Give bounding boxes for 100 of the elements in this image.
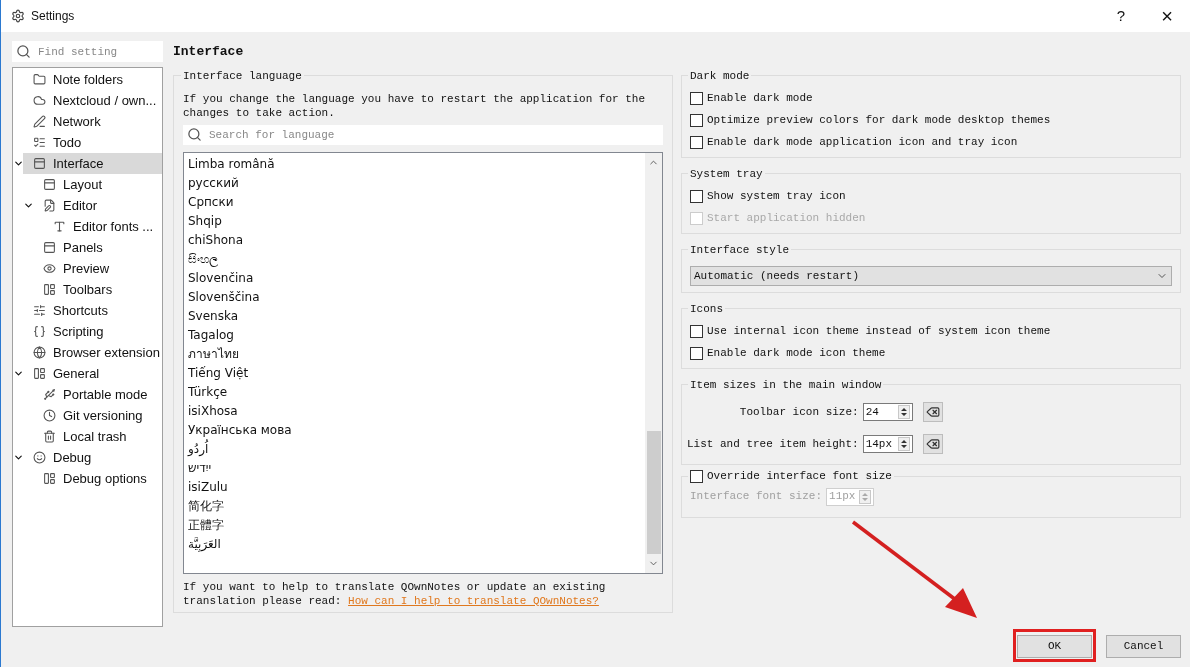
trash-icon <box>43 430 56 443</box>
font-icon <box>53 220 66 233</box>
clear-icon <box>925 405 940 419</box>
tree-item[interactable]: Todo <box>23 132 162 153</box>
tree-item[interactable]: Panels <box>23 237 162 258</box>
scroll-thumb[interactable] <box>646 431 661 554</box>
field-label: Interface font size: <box>690 489 823 505</box>
spin-box[interactable]: 14px <box>862 435 913 453</box>
help-button[interactable]: ? <box>1098 0 1144 32</box>
pen-icon <box>33 115 46 128</box>
list-icon <box>33 136 46 149</box>
language-item[interactable]: Tagalog <box>188 325 234 345</box>
smiley-icon <box>33 451 46 464</box>
expand-icon[interactable] <box>13 158 24 169</box>
language-item[interactable]: Limba română <box>188 154 275 174</box>
expand-icon[interactable] <box>13 452 24 463</box>
checkbox-label: Enable dark mode icon theme <box>707 346 886 362</box>
language-item[interactable]: ייִדיש <box>188 458 212 478</box>
language-item[interactable]: Slovenščina <box>188 287 260 307</box>
stepper-icon[interactable] <box>897 437 910 451</box>
language-item[interactable]: isiZulu <box>188 477 228 497</box>
tree-item[interactable]: Network <box>23 111 162 132</box>
field-label: List and tree item height: <box>687 436 859 452</box>
tree-item[interactable]: Debug options <box>23 468 162 489</box>
layout-icon <box>43 178 56 191</box>
language-item[interactable]: සිංහල <box>188 249 218 269</box>
tree-item[interactable]: Browser extension <box>23 342 162 363</box>
checkbox[interactable] <box>690 325 703 338</box>
language-item[interactable]: Tiếng Việt <box>188 363 249 383</box>
dialog-button[interactable]: Cancel <box>1106 635 1181 658</box>
checkbox[interactable] <box>690 92 703 105</box>
tree-item[interactable]: Nextcloud / own... <box>23 90 162 111</box>
tree-item[interactable]: Debug <box>23 447 162 468</box>
language-item[interactable]: اُردُو <box>188 439 209 459</box>
language-item[interactable]: ภาษาไทย <box>188 344 239 364</box>
checkbox-label: Show system tray icon <box>707 189 846 205</box>
window-icon <box>33 157 46 170</box>
language-search-field[interactable]: Search for language <box>183 125 663 145</box>
language-item[interactable]: Svenska <box>188 306 239 326</box>
language-item[interactable]: isiXhosa <box>188 401 238 421</box>
tree-item[interactable]: Scripting <box>23 321 162 342</box>
checkbox[interactable] <box>690 136 703 149</box>
tree-item[interactable]: Preview <box>23 258 162 279</box>
tree-item[interactable]: Toolbars <box>23 279 162 300</box>
checkbox[interactable] <box>690 190 703 203</box>
tree-item[interactable]: Portable mode <box>23 384 162 405</box>
layout-icon <box>43 283 56 296</box>
checkbox-label: Use internal icon theme instead of system icon theme <box>707 324 1051 340</box>
language-item[interactable]: Shqip <box>188 211 222 231</box>
language-item[interactable]: 简化字 <box>188 496 224 516</box>
language-item[interactable]: العَرَبِيَّة <box>188 534 221 554</box>
language-item[interactable]: Українська мова <box>188 420 292 440</box>
globe-icon <box>33 346 46 359</box>
reset-button[interactable] <box>922 434 943 454</box>
expand-icon[interactable] <box>23 200 34 211</box>
spin-box[interactable]: 24 <box>862 403 913 421</box>
tree-item[interactable]: Git versioning <box>23 405 162 426</box>
tree-item[interactable]: General <box>23 363 162 384</box>
style-dropdown[interactable]: Automatic (needs restart) <box>690 266 1172 286</box>
tree-item[interactable]: Local trash <box>23 426 162 447</box>
checkbox[interactable] <box>690 347 703 360</box>
language-item[interactable]: Slovenčina <box>188 268 254 288</box>
field-label: Toolbar icon size: <box>738 404 859 420</box>
close-button[interactable]: × <box>1144 0 1190 32</box>
checkbox-label: Enable dark mode application icon and tray icon <box>707 135 1018 151</box>
group-title: Item sizes in the main window <box>690 379 882 391</box>
tree-item[interactable]: Layout <box>23 174 162 195</box>
language-item[interactable]: chiShona <box>188 230 244 250</box>
braces-icon <box>33 325 46 338</box>
search-icon <box>187 127 202 142</box>
language-item[interactable]: Српски <box>188 192 234 212</box>
document-pen-icon <box>43 199 56 212</box>
scrollbar[interactable] <box>645 152 662 573</box>
stepper-icon[interactable] <box>897 405 910 419</box>
checkbox-label: Optimize preview colors for dark mode desktop themes <box>707 113 1051 129</box>
reset-button[interactable] <box>922 402 943 422</box>
checkbox[interactable] <box>690 114 703 127</box>
panel-icon <box>43 241 56 254</box>
tree-item[interactable]: Note folders <box>23 69 162 90</box>
tree-item[interactable]: Editor fonts ... <box>23 216 162 237</box>
group-title: System tray <box>690 168 763 180</box>
cloud-icon <box>33 94 46 107</box>
group-title: Dark mode <box>690 70 750 82</box>
page-title: Interface <box>173 42 245 61</box>
language-item[interactable]: 正體字 <box>188 515 224 535</box>
search-icon <box>16 44 31 59</box>
checkbox-label: Enable dark mode <box>707 91 813 107</box>
checkbox-label: Start application hidden <box>707 211 866 227</box>
expand-icon[interactable] <box>13 368 24 379</box>
window-icon <box>43 472 56 485</box>
sliders-icon <box>33 304 46 317</box>
language-item[interactable]: Türkçe <box>188 382 228 402</box>
dialog-button[interactable]: OK <box>1017 635 1092 658</box>
window-title: Settings <box>31 8 76 25</box>
group-title: Interface language <box>183 70 302 82</box>
clear-icon <box>925 437 940 451</box>
tree-item[interactable]: Shortcuts <box>23 300 162 321</box>
language-item[interactable]: русский <box>188 173 239 193</box>
tree-item[interactable]: Editor <box>23 195 162 216</box>
search-field[interactable]: Find setting <box>12 41 163 62</box>
